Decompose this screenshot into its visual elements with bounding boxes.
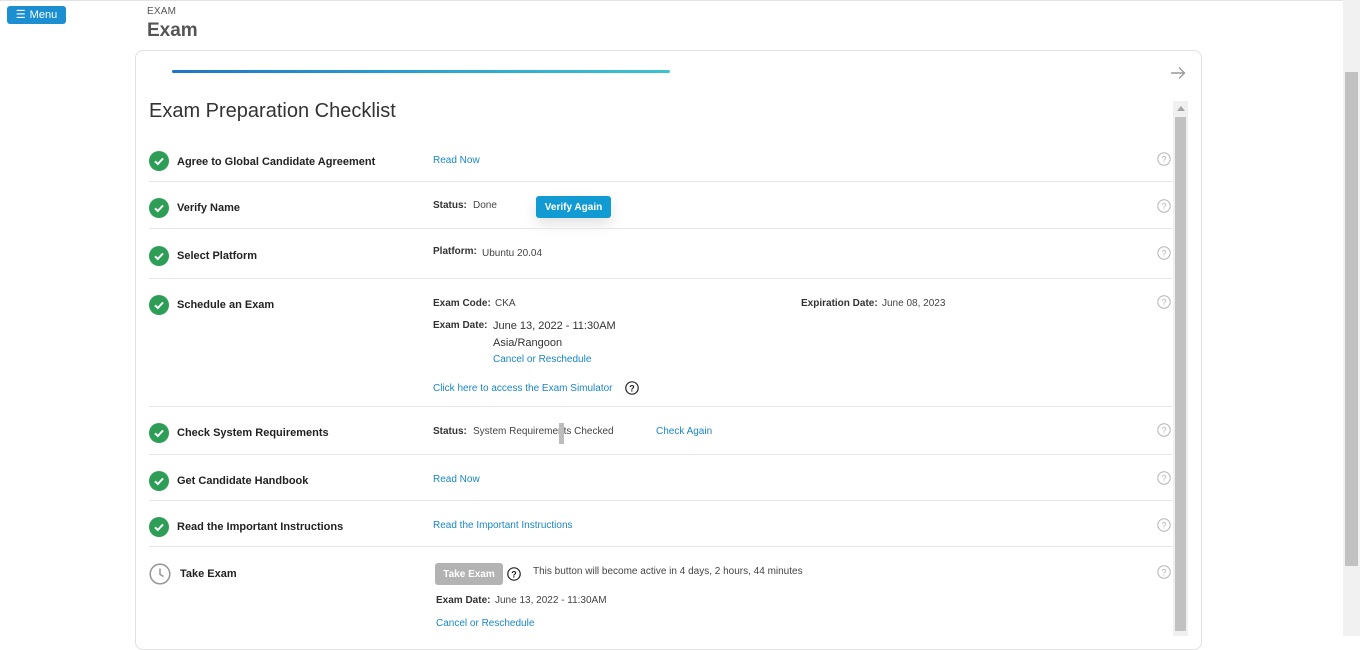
question-circle-icon[interactable]: ?	[1157, 199, 1171, 213]
question-circle-icon[interactable]: ?	[1157, 565, 1171, 579]
row-divider	[149, 278, 1172, 279]
row-divider	[149, 546, 1172, 547]
cancel-reschedule-link[interactable]: Cancel or Reschedule	[493, 354, 591, 365]
question-circle-icon[interactable]: ?	[1157, 423, 1171, 437]
check-circle-icon	[149, 198, 169, 218]
platform-key: Platform:	[433, 246, 477, 257]
exam-date-value: June 13, 2022 - 11:30AM	[493, 320, 616, 332]
svg-text:?: ?	[1161, 567, 1166, 577]
checklist-title: Exam Preparation Checklist	[149, 100, 396, 122]
important-instructions-link[interactable]: Read the Important Instructions	[433, 520, 573, 531]
item-label-candidate-handbook: Get Candidate Handbook	[177, 475, 309, 487]
item-label-select-platform: Select Platform	[177, 250, 258, 262]
question-circle-icon[interactable]: ?	[507, 567, 521, 581]
row-divider	[149, 454, 1172, 455]
take-exam-button[interactable]: Take Exam	[435, 563, 503, 585]
check-circle-icon	[149, 471, 169, 491]
status-key: Status:	[433, 200, 467, 211]
exam-code-value: CKA	[495, 298, 516, 309]
item-label-agreement: Agree to Global Candidate Agreement	[177, 156, 376, 168]
svg-text:?: ?	[1161, 473, 1166, 483]
menu-label: Menu	[29, 9, 58, 21]
question-circle-icon[interactable]: ?	[625, 381, 639, 395]
row-divider	[149, 228, 1172, 229]
status-value: Done	[473, 200, 497, 211]
status-key: Status:	[433, 426, 467, 437]
svg-text:?: ?	[1161, 201, 1166, 211]
progress-bar	[172, 70, 670, 73]
top-border	[0, 0, 1343, 1]
page-scrollbar-thumb[interactable]	[1345, 72, 1358, 566]
hamburger-icon: ☰	[15, 8, 26, 21]
svg-text:?: ?	[1161, 154, 1166, 164]
row-divider	[149, 500, 1172, 501]
item-label-verify-name: Verify Name	[177, 202, 240, 214]
question-circle-icon[interactable]: ?	[1157, 246, 1171, 260]
svg-text:?: ?	[1161, 297, 1166, 307]
question-circle-icon[interactable]: ?	[1157, 471, 1171, 485]
question-circle-icon[interactable]: ?	[1157, 152, 1171, 166]
scroll-up-icon[interactable]	[1173, 101, 1188, 115]
take-exam-note: This button will become active in 4 days…	[533, 566, 803, 577]
platform-value: Ubuntu 20.04	[482, 248, 543, 259]
check-circle-icon	[149, 423, 169, 443]
checklist-scrollbar[interactable]	[1173, 101, 1188, 636]
scrollbar-thumb[interactable]	[1175, 117, 1186, 631]
check-again-link[interactable]: Check Again	[656, 426, 712, 437]
question-circle-icon[interactable]: ?	[1157, 295, 1171, 309]
expiration-key: Expiration Date:	[801, 298, 878, 309]
arrow-right-icon[interactable]	[1168, 63, 1188, 83]
item-label-take-exam: Take Exam	[180, 568, 237, 580]
check-circle-icon	[149, 151, 169, 171]
svg-text:?: ?	[1161, 520, 1166, 530]
text-cursor	[559, 423, 564, 444]
read-now-link[interactable]: Read Now	[433, 155, 480, 166]
page-scrollbar[interactable]	[1343, 0, 1360, 636]
item-label-important-instructions: Read the Important Instructions	[177, 521, 344, 533]
clock-icon	[149, 563, 171, 585]
expiration-value: June 08, 2023	[882, 298, 946, 309]
verify-again-button[interactable]: Verify Again	[536, 196, 611, 218]
check-circle-icon	[149, 295, 169, 315]
cancel-reschedule-link[interactable]: Cancel or Reschedule	[436, 618, 534, 629]
menu-button[interactable]: ☰ Menu	[7, 6, 66, 24]
status-value: System Requirements Checked	[473, 426, 614, 437]
exam-date-key: Exam Date:	[433, 320, 488, 331]
read-now-link[interactable]: Read Now	[433, 474, 480, 485]
exam-simulator-link[interactable]: Click here to access the Exam Simulator	[433, 383, 613, 394]
svg-text:?: ?	[511, 569, 517, 579]
question-circle-icon[interactable]: ?	[1157, 518, 1171, 532]
item-label-system-requirements: Check System Requirements	[177, 427, 329, 439]
exam-date-key: Exam Date:	[436, 595, 491, 606]
svg-text:?: ?	[1161, 248, 1166, 258]
svg-text:?: ?	[1161, 425, 1166, 435]
row-divider	[149, 181, 1172, 182]
check-circle-icon	[149, 246, 169, 266]
page-title: Exam	[147, 20, 198, 41]
row-divider	[149, 406, 1172, 407]
breadcrumb: EXAM	[147, 6, 177, 17]
item-label-schedule-exam: Schedule an Exam	[177, 299, 275, 311]
svg-text:?: ?	[629, 383, 635, 393]
checklist-card	[135, 50, 1202, 650]
timezone-value: Asia/Rangoon	[493, 337, 563, 349]
exam-code-key: Exam Code:	[433, 298, 491, 309]
check-circle-icon	[149, 517, 169, 537]
exam-date-value: June 13, 2022 - 11:30AM	[495, 595, 607, 606]
